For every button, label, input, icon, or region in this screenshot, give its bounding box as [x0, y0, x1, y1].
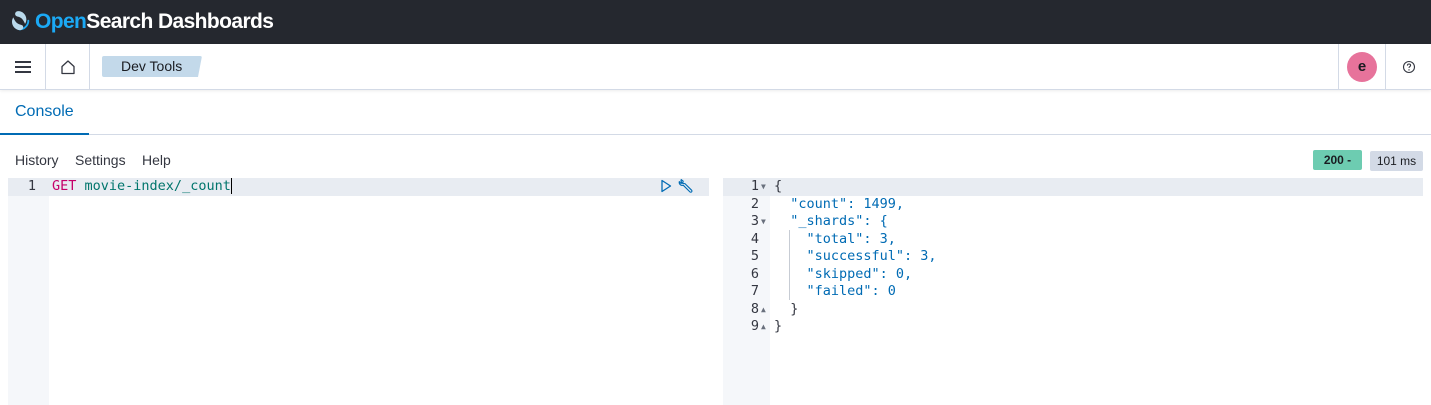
request-method: GET: [52, 178, 77, 194]
tab-console[interactable]: Console: [0, 90, 89, 135]
help-button[interactable]: [1385, 44, 1431, 89]
home-button[interactable]: [46, 44, 90, 89]
response-line: "_shards": {: [774, 213, 888, 229]
status-badge: 200 -: [1313, 150, 1362, 170]
fold-toggle-icon[interactable]: ▲: [761, 318, 766, 336]
history-link[interactable]: History: [15, 152, 59, 168]
fold-toggle-icon[interactable]: ▼: [761, 213, 766, 231]
menu-button[interactable]: [0, 44, 46, 89]
response-line-number: 8: [750, 300, 759, 317]
response-line-number: 9: [750, 318, 759, 334]
request-path: movie-index/_count: [84, 178, 231, 194]
home-icon: [60, 59, 75, 74]
response-line: }: [774, 318, 783, 334]
response-line-number: 3: [750, 213, 759, 229]
play-icon[interactable]: [660, 179, 672, 193]
response-output[interactable]: 1 2 3 4 5 6 7 8 9 ▼ ▼ ▲ ▲ { "count": 149…: [723, 178, 1423, 405]
nav-bar: Dev Tools e: [0, 44, 1431, 90]
wrench-icon[interactable]: [678, 178, 694, 194]
response-line: {: [774, 178, 783, 194]
help-icon: [1402, 60, 1415, 73]
tab-bar: Console: [0, 90, 1431, 135]
response-line: "successful": 3,: [774, 248, 937, 264]
response-line: "total": 3,: [774, 230, 896, 247]
brand-name-rest: Search Dashboards: [86, 10, 274, 33]
response-line-number: 1: [750, 178, 759, 194]
resize-handle[interactable]: [709, 178, 723, 405]
response-line: }: [774, 300, 799, 317]
fold-toggle-icon[interactable]: ▲: [761, 301, 766, 319]
request-gutter: [8, 178, 49, 405]
fold-toggle-icon[interactable]: ▼: [761, 178, 766, 196]
help-link[interactable]: Help: [142, 152, 171, 168]
user-menu[interactable]: e: [1338, 44, 1385, 89]
response-line-number: 5: [750, 248, 759, 264]
settings-link[interactable]: Settings: [75, 152, 126, 168]
text-cursor: [230, 178, 233, 194]
response-line-number: 7: [750, 283, 759, 299]
top-header: OpenSearch Dashboards: [0, 0, 1431, 44]
response-line-number: 2: [750, 195, 759, 212]
avatar[interactable]: e: [1347, 51, 1377, 82]
response-line-number: 4: [750, 230, 759, 247]
response-line: "failed": 0: [774, 283, 896, 299]
console-toolbar: History Settings Help 200 - 101 ms: [0, 150, 1431, 172]
brand-name: OpenSearch Dashboards: [35, 10, 274, 34]
request-editor[interactable]: 1 GET movie-index/_count: [8, 178, 709, 405]
brand-name-open: Open: [35, 10, 87, 33]
request-line-number: 1: [27, 178, 36, 194]
request-line[interactable]: GET movie-index/_count: [52, 178, 233, 196]
response-line-number: 6: [750, 265, 759, 282]
hamburger-menu-icon: [14, 60, 31, 73]
breadcrumb-dev-tools[interactable]: Dev Tools: [102, 56, 202, 77]
request-time-badge: 101 ms: [1370, 151, 1423, 171]
response-line: "skipped": 0,: [774, 265, 913, 282]
response-active-line: [723, 178, 1423, 196]
response-line: "count": 1499,: [774, 195, 905, 212]
opensearch-logo-icon[interactable]: [10, 11, 32, 33]
